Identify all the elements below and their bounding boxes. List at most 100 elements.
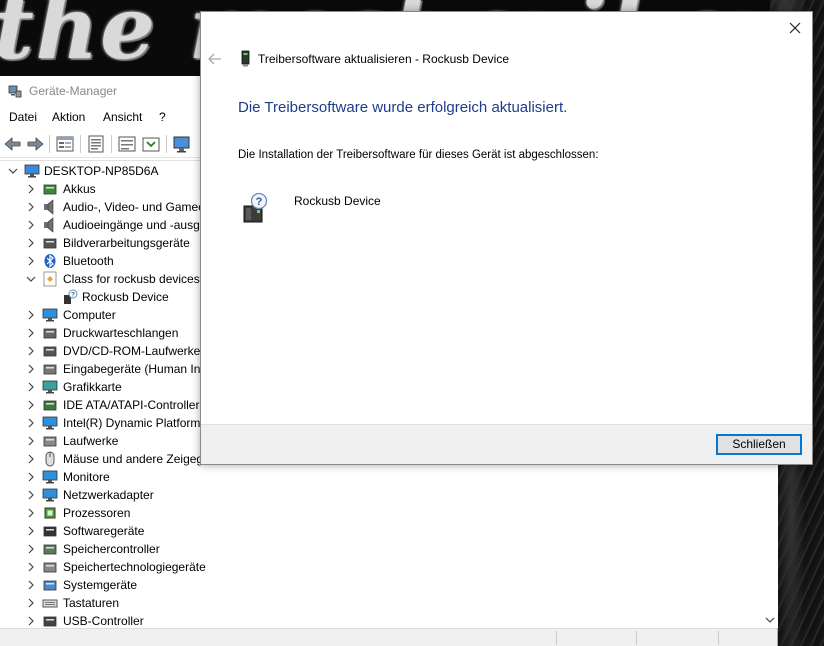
toolbar-separator <box>49 135 50 153</box>
tree-item-label: Bluetooth <box>63 254 114 268</box>
tree-item-label: Prozessoren <box>63 506 131 520</box>
chevron-down-icon[interactable] <box>26 273 36 285</box>
tree-category-item[interactable]: Tastaturen <box>0 594 760 612</box>
chevron-right-icon[interactable] <box>26 435 36 447</box>
speaker-icon <box>44 199 54 215</box>
toolbar-separator <box>80 135 81 153</box>
success-heading: Die Treibersoftware wurde erfolgreich ak… <box>238 99 568 116</box>
unknown-device-icon: ? <box>243 192 268 223</box>
update-driver-icon[interactable] <box>140 133 162 155</box>
forward-arrow-icon[interactable] <box>24 133 46 155</box>
chevron-right-icon[interactable] <box>26 381 36 393</box>
chevron-down-icon[interactable] <box>8 165 18 177</box>
computer-icon <box>24 164 40 178</box>
tree-item-label: Computer <box>63 308 116 322</box>
monitor-icon <box>42 470 58 484</box>
tree-category-item[interactable]: Speichercontroller <box>0 540 760 558</box>
chevron-right-icon[interactable] <box>26 597 36 609</box>
chevron-right-icon[interactable] <box>26 615 36 627</box>
memory-tech-icon <box>43 562 57 573</box>
tree-item-label: Tastaturen <box>63 596 120 610</box>
tree-item-label: DESKTOP-NP85D6A <box>44 164 159 178</box>
tree-category-item[interactable]: Prozessoren <box>0 504 760 522</box>
keyboard-icon <box>42 599 58 608</box>
device-manager-icon <box>8 85 22 98</box>
chevron-right-icon[interactable] <box>26 543 36 555</box>
status-bar <box>0 628 777 646</box>
device-manager-title: Geräte-Manager <box>29 84 118 98</box>
chevron-right-icon[interactable] <box>26 219 36 231</box>
chevron-right-icon[interactable] <box>26 363 36 375</box>
chevron-right-icon[interactable] <box>26 201 36 213</box>
chevron-right-icon[interactable] <box>26 327 36 339</box>
tree-item-label: Systemgeräte <box>63 578 138 592</box>
unknown-device-icon: ? <box>64 289 78 304</box>
tree-item-label: Softwaregeräte <box>63 524 145 538</box>
tree-item-label: Netzwerkadapter <box>63 488 154 502</box>
scroll-down-icon[interactable] <box>765 616 775 624</box>
chevron-right-icon[interactable] <box>26 579 36 591</box>
tree-item-label: Grafikkarte <box>63 380 122 394</box>
tree-category-item[interactable]: Monitore <box>0 468 760 486</box>
chevron-right-icon[interactable] <box>26 507 36 519</box>
network-icon <box>42 488 58 502</box>
tree-category-item[interactable]: Speichertechnologiegeräte <box>0 558 760 576</box>
bluetooth-icon <box>44 254 56 268</box>
device-name: Rockusb Device <box>294 194 381 208</box>
chevron-right-icon[interactable] <box>26 345 36 357</box>
tree-item-label: Laufwerke <box>63 434 119 448</box>
tree-item-label: Speichercontroller <box>63 542 160 556</box>
chevron-right-icon[interactable] <box>26 399 36 411</box>
tree-category-item[interactable]: Netzwerkadapter <box>0 486 760 504</box>
drive-icon <box>43 436 57 447</box>
chevron-right-icon[interactable] <box>26 561 36 573</box>
chevron-right-icon[interactable] <box>26 183 36 195</box>
chevron-right-icon[interactable] <box>26 471 36 483</box>
class-icon <box>43 271 57 287</box>
back-arrow-icon[interactable] <box>2 133 24 155</box>
tree-item-label: Akkus <box>63 182 96 196</box>
tree-item-label: Rockusb Device <box>82 290 169 304</box>
toolbar-separator <box>166 135 167 153</box>
menu-ansicht[interactable]: Ansicht <box>103 110 142 124</box>
close-icon[interactable] <box>782 16 808 40</box>
menu-datei[interactable]: Datei <box>9 110 37 124</box>
battery-icon <box>43 184 57 195</box>
back-arrow-icon[interactable] <box>207 52 223 66</box>
system-icon <box>43 580 57 591</box>
status-separator <box>636 631 637 645</box>
show-hidden-icon[interactable] <box>116 133 138 155</box>
dialog-title: Treibersoftware aktualisieren - Rockusb … <box>258 52 509 66</box>
tree-item-label: Speichertechnologiegeräte <box>63 560 206 574</box>
tree-category-item[interactable]: Softwaregeräte <box>0 522 760 540</box>
help-document-icon[interactable] <box>85 133 107 155</box>
software-device-icon <box>43 526 57 537</box>
chevron-right-icon[interactable] <box>26 453 36 465</box>
close-button[interactable]: Schließen <box>716 434 802 455</box>
chevron-right-icon[interactable] <box>26 237 36 249</box>
camera-icon <box>43 238 57 249</box>
svg-text:?: ? <box>256 196 263 208</box>
menu-help[interactable]: ? <box>159 110 166 124</box>
completion-text: Die Installation der Treibersoftware für… <box>238 149 599 161</box>
tree-category-item[interactable]: USB-Controller <box>0 612 760 628</box>
menu-aktion[interactable]: Aktion <box>52 110 85 124</box>
chevron-right-icon[interactable] <box>26 309 36 321</box>
chevron-right-icon[interactable] <box>26 255 36 267</box>
intel-icon <box>42 416 58 430</box>
chevron-right-icon[interactable] <box>26 489 36 501</box>
tree-item-label: DVD/CD-ROM-Laufwerke <box>63 344 201 358</box>
tree-item-label: Monitore <box>63 470 110 484</box>
toolbar-separator <box>111 135 112 153</box>
tree-item-label: USB-Controller <box>63 614 144 628</box>
tree-category-item[interactable]: Systemgeräte <box>0 576 760 594</box>
printer-icon <box>43 328 57 339</box>
chevron-right-icon[interactable] <box>26 525 36 537</box>
update-driver-dialog: Treibersoftware aktualisieren - Rockusb … <box>200 11 813 465</box>
usb-icon <box>43 616 57 627</box>
scan-hardware-icon[interactable] <box>171 133 193 155</box>
status-separator <box>718 631 719 645</box>
chevron-right-icon[interactable] <box>26 417 36 429</box>
mouse-icon <box>45 451 55 467</box>
properties-icon[interactable] <box>54 133 76 155</box>
